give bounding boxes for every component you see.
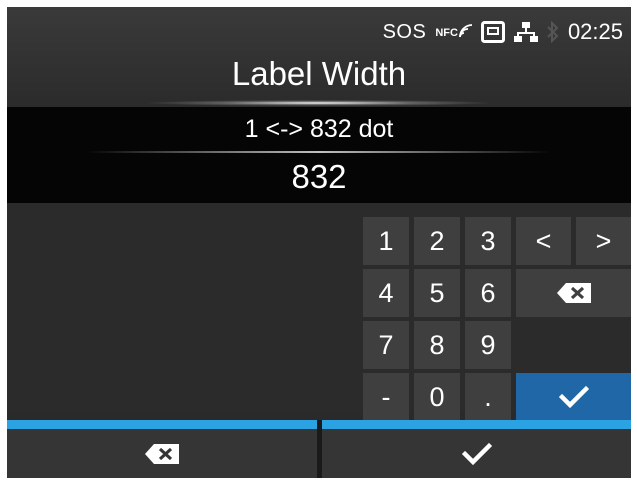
clock: 02:25 [567,19,623,44]
check-icon [558,385,589,409]
nfc-signal-icon: NFC [435,24,472,40]
status-bar: SOS NFC 02:25 [383,17,623,47]
key-right[interactable]: > [576,217,631,265]
backspace-icon [145,443,179,464]
signal-waves-icon [459,24,472,38]
key-minus[interactable]: - [363,373,409,421]
key-4[interactable]: 4 [363,269,409,317]
key-backspace[interactable] [516,269,631,317]
nfc-label: NFC [435,27,458,39]
bluetooth-icon [547,21,559,43]
check-icon [461,442,492,465]
range-text: 1 <-> 832 dot [244,115,394,143]
title-glow [147,100,491,106]
key-7[interactable]: 7 [363,321,409,369]
key-2[interactable]: 2 [414,217,460,265]
screen: SOS NFC 02:25 Label Width 1 <-> 832 dot … [7,7,631,478]
key-6[interactable]: 6 [465,269,511,317]
value-panel: 1 <-> 832 dot 832 [7,107,631,203]
key-8[interactable]: 8 [414,321,460,369]
keypad: 1 2 3 < > 4 5 6 7 8 9 - 0 . [7,203,631,421]
key-1[interactable]: 1 [363,217,409,265]
page-title: Label Width [231,55,407,92]
header: SOS NFC 02:25 Label Width [7,7,631,107]
confirm-button[interactable] [322,429,631,478]
key-5[interactable]: 5 [414,269,460,317]
network-icon [513,21,538,43]
key-9[interactable]: 9 [465,321,511,369]
key-3[interactable]: 3 [465,217,511,265]
key-left[interactable]: < [516,217,571,265]
key-enter[interactable] [516,373,631,421]
key-0[interactable]: 0 [414,373,460,421]
sd-card-icon [480,21,505,43]
divider [87,151,551,153]
sos-indicator: SOS [382,20,427,43]
backspace-icon [556,283,591,303]
value-display: 832 [291,158,347,195]
key-dot[interactable]: . [465,373,511,421]
cancel-button[interactable] [7,429,317,478]
